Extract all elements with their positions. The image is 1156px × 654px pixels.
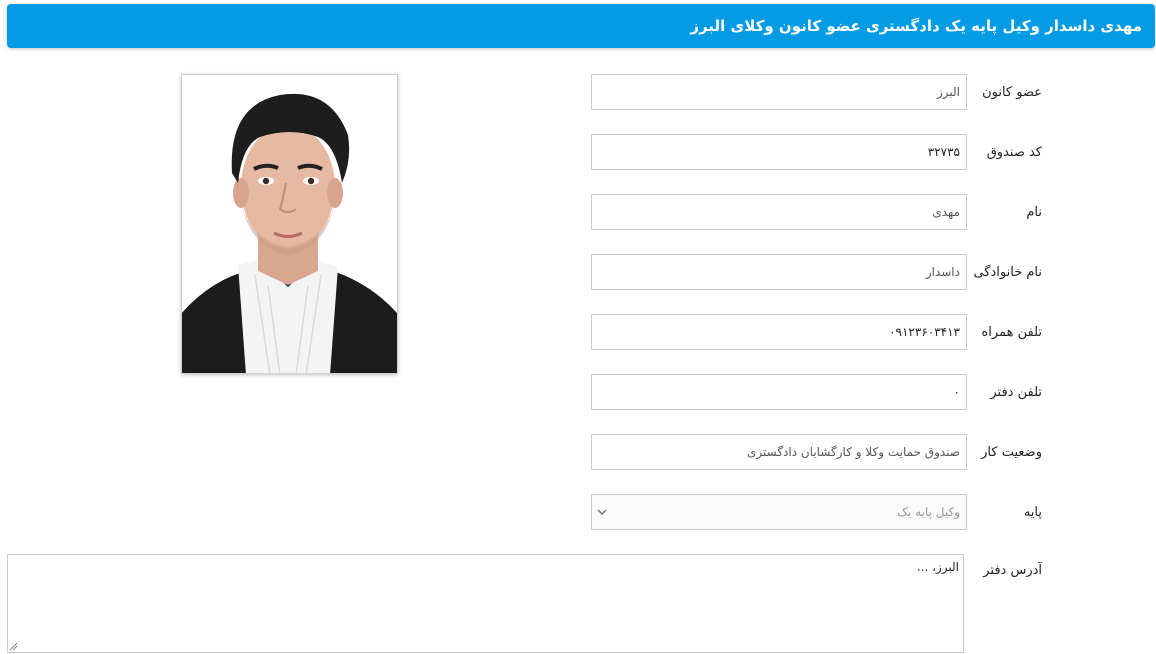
field-row-office-phone: تلفن دفتر ۰ xyxy=(0,374,1156,410)
office-phone-field[interactable]: ۰ xyxy=(591,374,967,410)
field-row-mobile: تلفن همراه ۰۹۱۲۳۶۰۳۴۱۳ xyxy=(0,314,1156,350)
work-status-field[interactable]: صندوق حمایت وکلا و کارگشایان دادگستری xyxy=(591,434,967,470)
last-name-field[interactable]: داسدار xyxy=(591,254,967,290)
page-title: مهدی داسدار وکیل پایه یک دادگستری عضو کا… xyxy=(690,17,1142,35)
field-row-address: آدرس دفتر البرز، ... xyxy=(0,554,1156,654)
last-name-label: نام خانوادگی xyxy=(973,264,1042,280)
grade-value: وکیل پایه یک xyxy=(897,505,960,519)
address-textarea[interactable]: البرز، ... xyxy=(7,554,964,653)
field-row-grade: پایه وکیل پایه یک xyxy=(0,494,1156,530)
fund-code-field[interactable]: ۳۲۷۳۵ xyxy=(591,134,967,170)
field-row-fund-code: کد صندوق ۳۲۷۳۵ xyxy=(0,134,1156,170)
resize-grip-icon[interactable] xyxy=(9,642,18,651)
mobile-label: تلفن همراه xyxy=(981,324,1043,340)
first-name-label: نام xyxy=(1026,204,1042,220)
mobile-field[interactable]: ۰۹۱۲۳۶۰۳۴۱۳ xyxy=(591,314,967,350)
grade-label: پایه xyxy=(1023,504,1042,520)
first-name-field[interactable]: مهدی xyxy=(591,194,967,230)
field-row-first-name: نام مهدی xyxy=(0,194,1156,230)
field-row-bar: عضو کانون البرز xyxy=(0,74,1156,110)
address-label: آدرس دفتر xyxy=(983,562,1042,578)
bar-label: عضو کانون xyxy=(982,84,1042,100)
chevron-down-icon xyxy=(597,509,607,516)
address-value: البرز، ... xyxy=(916,560,959,574)
bar-field[interactable]: البرز xyxy=(591,74,967,110)
lawyer-profile-page: مهدی داسدار وکیل پایه یک دادگستری عضو کا… xyxy=(0,0,1156,654)
field-row-work-status: وضعیت کار صندوق حمایت وکلا و کارگشایان د… xyxy=(0,434,1156,470)
office-phone-label: تلفن دفتر xyxy=(990,384,1042,400)
page-header: مهدی داسدار وکیل پایه یک دادگستری عضو کا… xyxy=(7,4,1155,48)
work-status-label: وضعیت کار xyxy=(981,444,1042,460)
field-row-last-name: نام خانوادگی داسدار xyxy=(0,254,1156,290)
fund-code-label: کد صندوق xyxy=(986,144,1042,160)
grade-select[interactable]: وکیل پایه یک xyxy=(591,494,967,530)
